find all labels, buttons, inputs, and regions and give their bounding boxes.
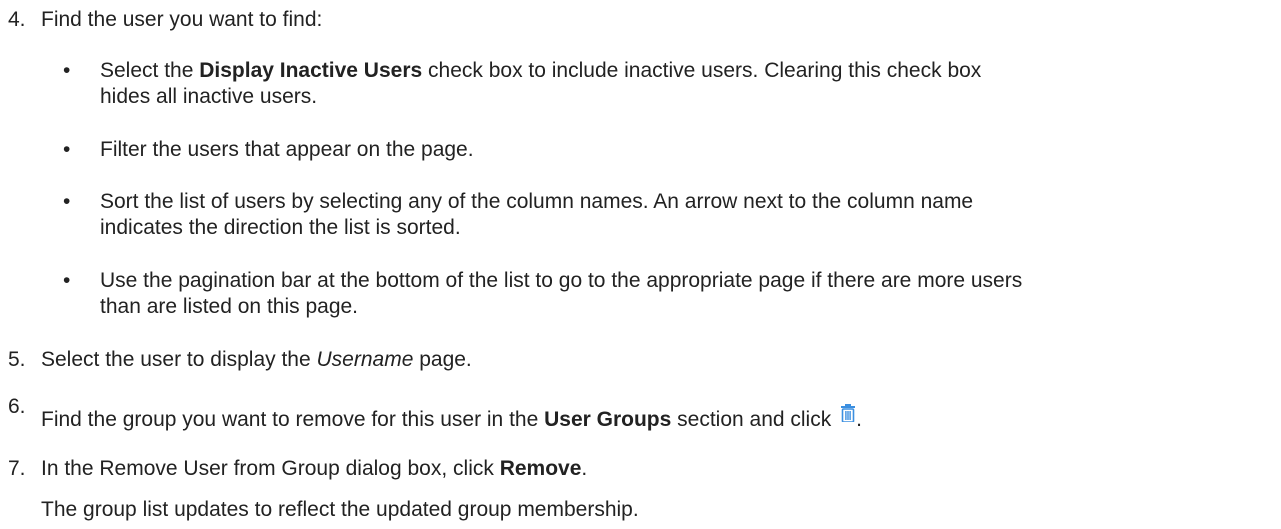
step-text: In the Remove User from Group dialog box… (41, 457, 500, 480)
step-text: . (581, 457, 588, 480)
step-result: The group list updates to reflect the up… (41, 498, 639, 521)
bullet-marker: • (63, 59, 71, 82)
step-number: 6. (8, 395, 26, 418)
trash-icon (840, 403, 856, 423)
step-text: Find the user you want to find: (41, 8, 323, 31)
bullet-text: Use the pagination bar at the bottom of … (100, 268, 1261, 320)
bullet-text-line1: Use the pagination bar at the bottom of … (100, 269, 1023, 292)
bullet-marker: • (63, 269, 71, 292)
step-text-part: . (856, 408, 862, 431)
ui-label-remove: Remove (499, 457, 582, 480)
ui-label-user-groups: User Groups (544, 408, 672, 431)
bullet-marker: • (63, 138, 71, 161)
bullet-text: Sort the list of users by selecting any … (100, 189, 1261, 241)
step-7: 7. In the Remove User from Group dialog b… (8, 456, 1269, 482)
step-number: 4. (8, 8, 26, 31)
bullet-text-line2: hides all inactive users. (100, 85, 318, 108)
bullet-text: Select the Display Inactive Users check … (100, 58, 1261, 110)
bullet-text-line2: than are listed on this page. (100, 295, 359, 318)
bullet-text-line2: indicates the direction the list is sort… (100, 216, 461, 239)
step-number: 7. (8, 457, 26, 480)
document-body: 4. Find the user you want to find: • Sele… (0, 0, 1281, 529)
page-name-username: Username (316, 348, 414, 371)
step-text: Find the group you want to remove for th… (41, 403, 862, 433)
step-text: Select the user to display the (41, 348, 317, 371)
step-6: 6. Find the group you want to remove for… (8, 395, 1269, 433)
step-text-part: Find the group you want to remove for th… (41, 408, 545, 431)
step-number: 5. (8, 348, 26, 371)
ui-label-display-inactive-users: Display Inactive Users (199, 59, 423, 82)
bullet-text-line1: Sort the list of users by selecting any … (100, 190, 974, 213)
step-text: page. (413, 348, 472, 371)
bullet-marker: • (63, 190, 71, 213)
bullet-text: Filter the users that appear on the page… (100, 138, 474, 161)
step-text-part: section and click (671, 408, 832, 431)
bullet-text-part: check box to include inactive users. Cle… (422, 59, 982, 82)
step-4: 4. Find the user you want to find: (8, 7, 1269, 33)
step-5: 5. Select the user to display the Usernam… (8, 347, 1269, 373)
bullet-text-part: Select the (100, 59, 200, 82)
